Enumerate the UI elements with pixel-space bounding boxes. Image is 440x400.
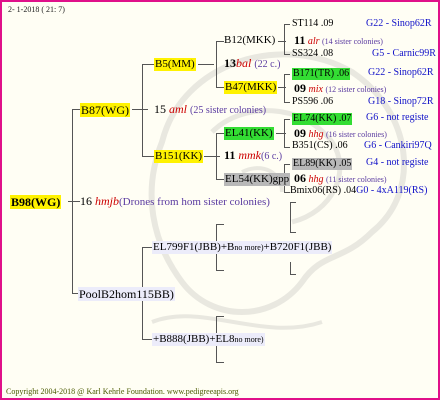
- b151-generation: 11 mmk(6 c.): [224, 149, 282, 162]
- queen-b151[interactable]: B151(KK): [154, 150, 204, 163]
- row-st114[interactable]: ST114 .09: [292, 19, 333, 29]
- el799-name: EL799F1(JBB)+B: [153, 241, 235, 253]
- b888-name: +B888(JBB)+EL8: [153, 333, 235, 345]
- row-el89[interactable]: EL89(KK) .05: [292, 158, 353, 170]
- queen-b5[interactable]: B5(MM): [154, 58, 196, 71]
- row-b351[interactable]: B351(CS) .06: [292, 141, 348, 151]
- b151-note: (6 c.): [261, 151, 283, 162]
- queen-el41[interactable]: EL41(KK): [224, 127, 274, 140]
- pos-b171: G22 - Sinop62R: [368, 67, 434, 78]
- pos-st114: G22 - Sinop62R: [366, 18, 432, 29]
- row-el74[interactable]: EL74(KK) .07: [292, 113, 353, 125]
- root-queen[interactable]: B98(WG): [10, 195, 62, 209]
- pos-el74: G6 - not registe: [366, 112, 429, 123]
- row-gen-06: 06 hhg (11 sister colonies): [294, 171, 387, 185]
- row-ss324[interactable]: SS324 .08: [292, 49, 333, 59]
- b12-note: (22 c.): [254, 59, 281, 70]
- el799-more: no more): [234, 243, 264, 252]
- root-number: 16: [80, 194, 92, 208]
- b87-note: (25 sister colonies): [190, 105, 267, 116]
- root-race: hmjb: [95, 194, 119, 208]
- pedigree-frame: 2- 1-2018 ( 21: 7) Copyright 2004-2018 @…: [0, 0, 440, 400]
- row-gen-09a: 09 mix (12 sister colonies): [294, 81, 387, 95]
- queen-b87[interactable]: B87(WG): [80, 103, 130, 117]
- b12-generation: 13bal (22 c.): [224, 57, 280, 70]
- b87-number: 15: [154, 102, 166, 116]
- queen-b12[interactable]: B12(MKK): [224, 35, 275, 46]
- row-gen-09b: 09 hhg (16 sister colonies): [294, 126, 387, 140]
- b87-race: aml: [169, 102, 187, 116]
- el799-tail: +B720F1(JBB): [263, 241, 332, 253]
- b87-generation: 15 aml (25 sister colonies): [154, 103, 266, 116]
- queen-el54[interactable]: EL54(KK)gpp: [224, 173, 291, 186]
- copyright-footer: Copyright 2004-2018 @ Karl Kehrle Founda…: [6, 387, 239, 396]
- b151-number: 11: [224, 148, 236, 162]
- pos-el89: G4 - not registe: [366, 157, 429, 168]
- pos-b351: G6 - Cankiri97Q: [364, 140, 432, 151]
- row-gen-11: 11 alr (14 sister colonies): [294, 33, 383, 47]
- row-b171[interactable]: B171(TR) .06: [292, 68, 351, 80]
- b151-race: mmk: [238, 148, 262, 162]
- row-ps596[interactable]: PS596 .06: [292, 97, 333, 107]
- pos-ps596: G18 - Sinop72R: [368, 96, 434, 107]
- pos-ss324: G5 - Carnic99R: [372, 48, 436, 59]
- queen-el799[interactable]: EL799F1(JBB)+Bno more)+B720F1(JBB): [152, 241, 333, 254]
- queen-b47[interactable]: B47(MKK): [224, 81, 278, 94]
- queen-b888[interactable]: +B888(JBB)+EL8no more): [152, 333, 265, 346]
- date-line: 2- 1-2018 ( 21: 7): [8, 5, 65, 14]
- row-bmix06[interactable]: Bmix06(RS) .04G0 - 4xA119(RS): [290, 186, 427, 196]
- root-generation: 16 hmjb(Drones from hom sister colonies): [80, 195, 270, 208]
- b12-race: bal: [236, 56, 252, 70]
- root-note: (Drones from hom sister colonies): [119, 196, 270, 208]
- drone-pool[interactable]: PoolB2hom115BB): [78, 287, 175, 301]
- b888-more: no more): [234, 335, 264, 344]
- b12-number: 13: [224, 56, 236, 70]
